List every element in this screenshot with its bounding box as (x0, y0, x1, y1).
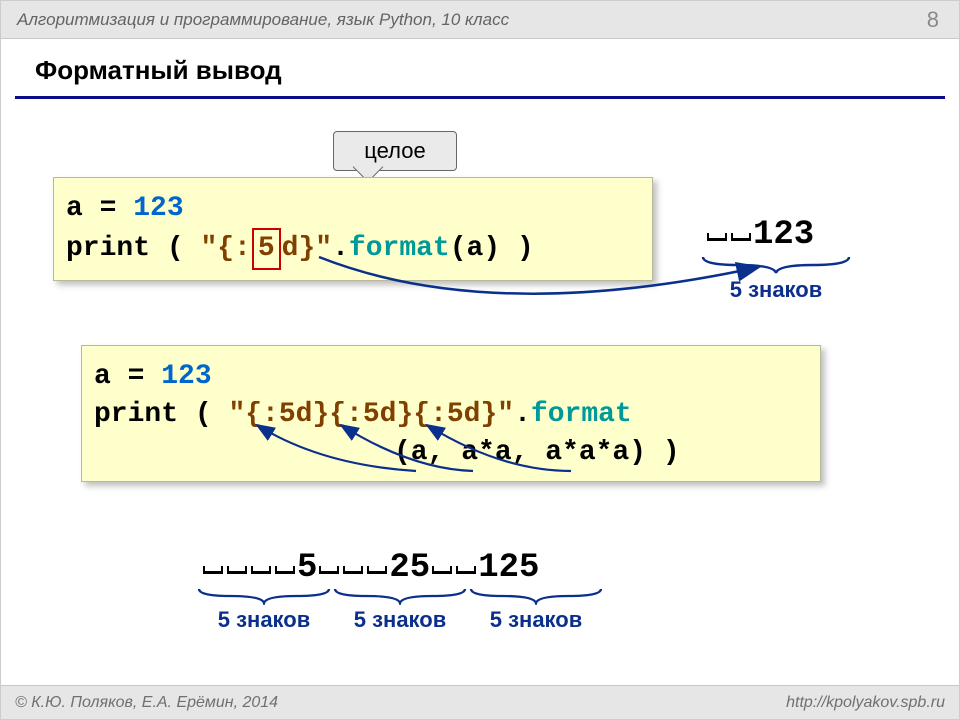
pad-slot-icon (319, 566, 339, 574)
pad-slot-icon (251, 566, 271, 574)
highlight-five: 5 (252, 228, 281, 270)
pad-slot-icon (275, 566, 295, 574)
pad-slot-icon (227, 566, 247, 574)
pad-slot-icon (432, 566, 452, 574)
footer-left: © К.Ю. Поляков, Е.А. Ерёмин, 2014 (15, 694, 278, 712)
output2-v2: 25 (389, 549, 430, 587)
title-underline (15, 96, 945, 99)
brace-label-2c: 5 знаков (469, 607, 603, 633)
pad-slot-icon (367, 566, 387, 574)
brace-label-2b: 5 знаков (333, 607, 467, 633)
brace-label-2a: 5 знаков (197, 607, 331, 633)
output2-v3: 125 (478, 549, 539, 587)
underbrace-2a: 5 знаков (197, 587, 331, 633)
code2-line1: a = 123 (94, 358, 804, 396)
curly-brace-icon (333, 587, 467, 605)
pad-slot-icon (707, 233, 727, 241)
slide: Алгоритмизация и программирование, язык … (0, 0, 960, 720)
output-1: 123 (705, 216, 814, 254)
page-number: 8 (927, 7, 939, 33)
page-title: Форматный вывод (35, 55, 959, 86)
underbrace-2c: 5 знаков (469, 587, 603, 633)
output-2: 5 25 125 (201, 549, 539, 587)
header-bar: Алгоритмизация и программирование, язык … (1, 1, 959, 39)
output1-value: 123 (753, 216, 814, 254)
pad-slot-icon (731, 233, 751, 241)
course-title: Алгоритмизация и программирование, язык … (17, 10, 509, 30)
code1-line1: a = 123 (66, 190, 636, 228)
arrow-1-icon (311, 255, 771, 315)
pad-slot-icon (343, 566, 363, 574)
callout-label: целое (333, 131, 457, 171)
curly-brace-icon (197, 587, 331, 605)
pad-slot-icon (456, 566, 476, 574)
underbrace-2b: 5 знаков (333, 587, 467, 633)
curly-brace-icon (469, 587, 603, 605)
footer-right: http://kpolyakov.spb.ru (786, 694, 945, 712)
output2-v1: 5 (297, 549, 317, 587)
callout-integer: целое (333, 131, 457, 171)
arrows-inner-icon (221, 419, 651, 479)
pad-slot-icon (203, 566, 223, 574)
footer-bar: © К.Ю. Поляков, Е.А. Ерёмин, 2014 http:/… (1, 685, 959, 719)
